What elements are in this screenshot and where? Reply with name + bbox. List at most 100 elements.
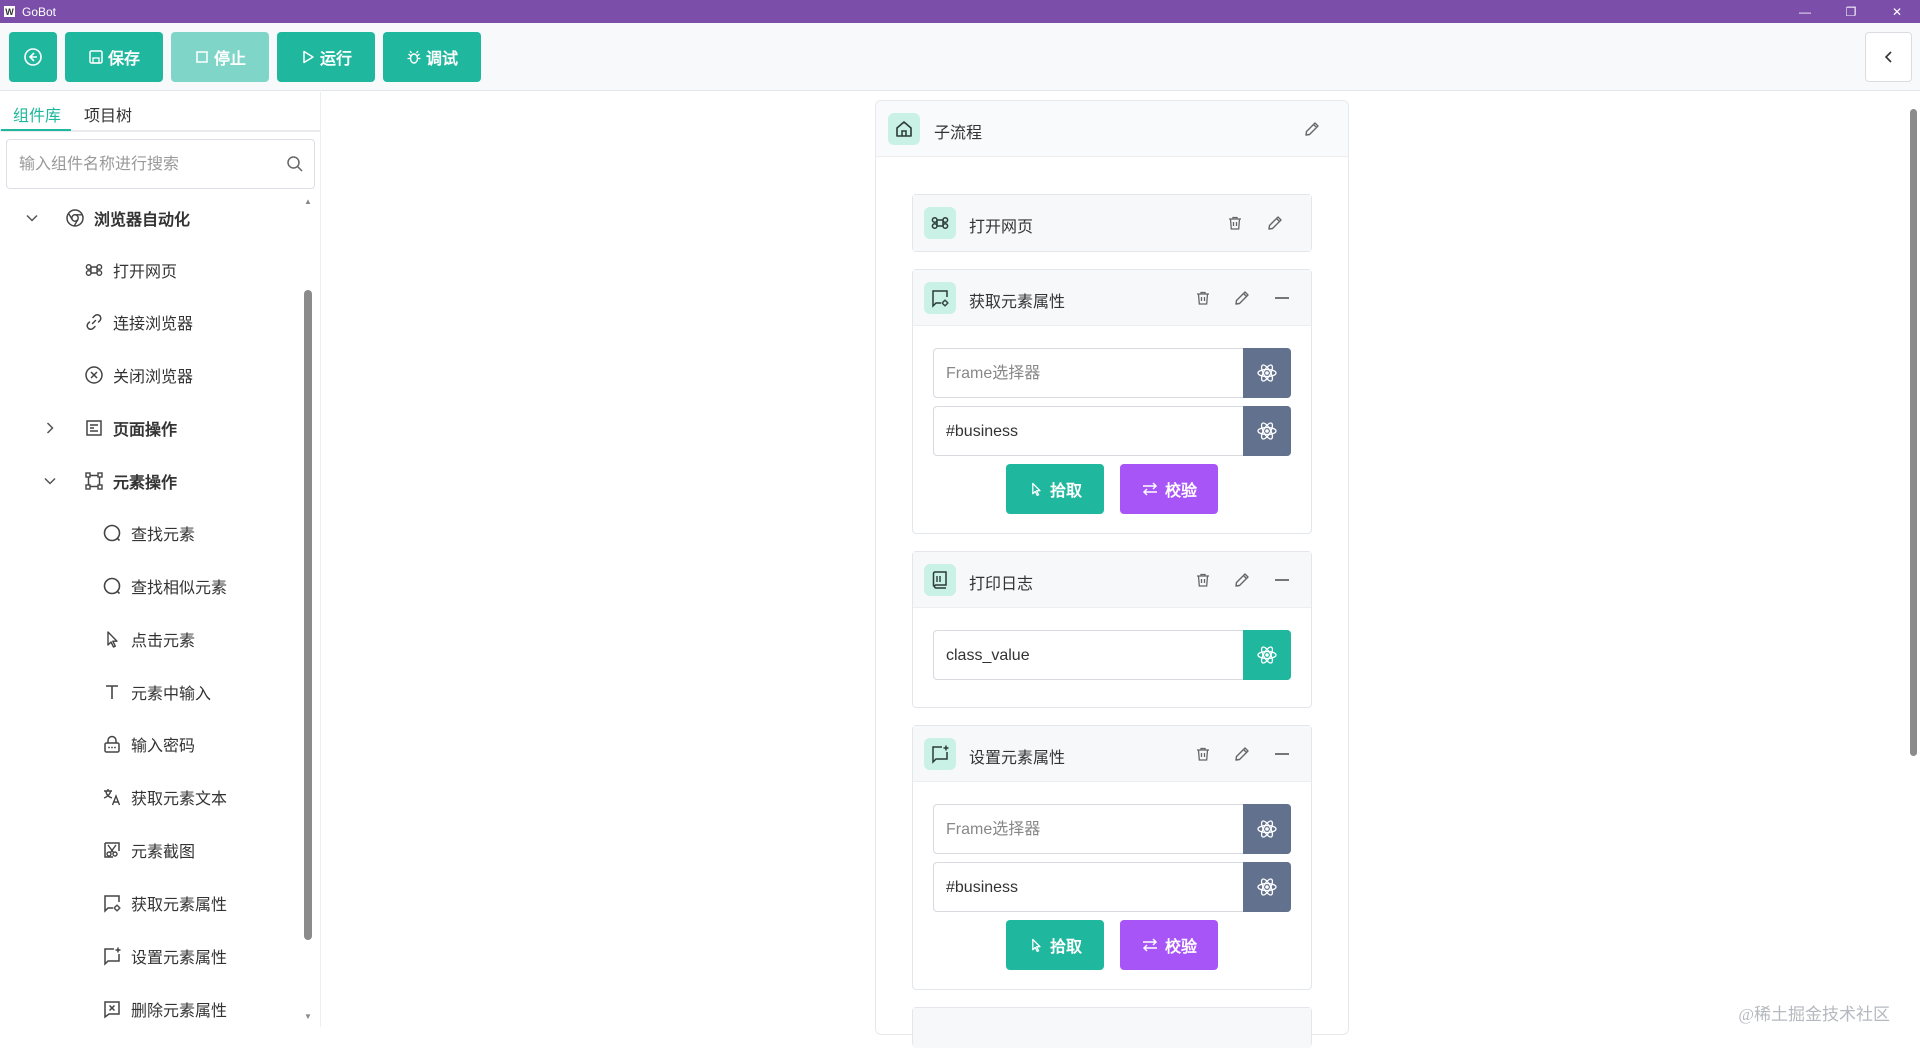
save-button[interactable]: 保存 bbox=[65, 32, 163, 82]
verify-button[interactable]: 校验 bbox=[1120, 920, 1218, 970]
minus-icon bbox=[1275, 297, 1289, 299]
delete-step-button[interactable] bbox=[1192, 743, 1214, 765]
stop-label: 停止 bbox=[213, 51, 246, 68]
tree-item-find-similar-elements[interactable]: 查找相似元素 bbox=[101, 568, 227, 604]
close-window-button[interactable]: ✕ bbox=[1874, 0, 1920, 23]
tree-item-get-element-attribute[interactable]: 获取元素属性 bbox=[101, 885, 227, 921]
tree-item-label: 元素截图 bbox=[131, 844, 196, 861]
restore-button[interactable]: ❐ bbox=[1828, 0, 1874, 23]
trash-icon bbox=[1197, 291, 1209, 305]
tree-item-label: 页面操作 bbox=[113, 422, 178, 439]
chevron-right-icon[interactable] bbox=[42, 420, 58, 436]
message-plus-icon bbox=[924, 738, 956, 770]
message-gear-icon bbox=[924, 282, 956, 314]
log-content-field bbox=[933, 630, 1291, 680]
tree-item-element-screenshot[interactable]: 元素截图 bbox=[101, 832, 195, 868]
step-card-print-log[interactable]: 打印日志 bbox=[912, 551, 1312, 708]
edit-step-button[interactable] bbox=[1231, 287, 1253, 309]
tree-item-label: 打开网页 bbox=[113, 264, 178, 281]
delete-step-button[interactable] bbox=[1192, 287, 1214, 309]
sidebar-scrollbar-thumb[interactable] bbox=[304, 290, 312, 940]
tree-item-delete-element-attribute[interactable]: 删除元素属性 bbox=[101, 991, 227, 1027]
tree-item-label: 连接浏览器 bbox=[113, 316, 194, 333]
minus-icon bbox=[1275, 753, 1289, 755]
collapse-panel-button[interactable] bbox=[1865, 32, 1912, 82]
tree-item-close-browser[interactable]: 关闭浏览器 bbox=[83, 357, 193, 393]
pick-button[interactable]: 拾取 bbox=[1006, 464, 1104, 514]
atom-icon[interactable] bbox=[1243, 862, 1291, 912]
trash-icon bbox=[1229, 216, 1241, 230]
edit-step-button[interactable] bbox=[1231, 569, 1253, 591]
subflow-title: 子流程 bbox=[934, 125, 983, 142]
chevron-down-icon[interactable] bbox=[42, 473, 58, 489]
stop-button[interactable]: 停止 bbox=[171, 32, 269, 82]
back-button[interactable] bbox=[9, 32, 57, 82]
canvas-scrollbar[interactable] bbox=[1906, 92, 1920, 1027]
step-card-set-element-attribute[interactable]: 设置元素属性 拾取 bbox=[912, 725, 1312, 990]
tree-item-click-element[interactable]: 点击元素 bbox=[101, 621, 195, 657]
translate-icon bbox=[101, 786, 123, 808]
element-selector-input[interactable] bbox=[946, 876, 1236, 900]
tree-item-label: 元素中输入 bbox=[131, 686, 212, 703]
window-titlebar: W GoBot — ❐ ✕ bbox=[0, 0, 1920, 23]
run-button[interactable]: 运行 bbox=[277, 32, 375, 82]
tree-item-input-in-element[interactable]: 元素中输入 bbox=[101, 674, 211, 710]
book-icon bbox=[924, 564, 956, 596]
run-label: 运行 bbox=[319, 51, 352, 68]
edit-subflow-button[interactable] bbox=[1301, 118, 1323, 140]
tab-project-tree[interactable]: 项目树 bbox=[84, 102, 132, 126]
tree-category-browser-automation[interactable]: 浏览器自动化 bbox=[64, 200, 190, 236]
minimize-button[interactable]: — bbox=[1782, 0, 1828, 23]
collapse-step-button[interactable] bbox=[1271, 743, 1293, 765]
canvas-scrollbar-thumb[interactable] bbox=[1910, 109, 1917, 756]
step-card-get-element-attribute[interactable]: 获取元素属性 拾取 bbox=[912, 269, 1312, 534]
atom-icon[interactable] bbox=[1243, 406, 1291, 456]
element-selector-field bbox=[933, 862, 1291, 912]
scroll-up-icon[interactable]: ▲ bbox=[303, 197, 313, 206]
minus-icon bbox=[1275, 579, 1289, 581]
pick-button[interactable]: 拾取 bbox=[1006, 920, 1104, 970]
search-input[interactable] bbox=[19, 153, 279, 177]
tree-item-open-webpage[interactable]: 打开网页 bbox=[83, 252, 177, 288]
atom-icon[interactable] bbox=[1243, 630, 1291, 680]
tree-item-input-password[interactable]: 输入密码 bbox=[101, 726, 195, 762]
sidebar-scrollbar[interactable]: ▲ ▼ bbox=[303, 197, 313, 1022]
element-selector-input[interactable] bbox=[946, 420, 1236, 444]
edit-step-button[interactable] bbox=[1264, 212, 1286, 234]
collapse-step-button[interactable] bbox=[1271, 287, 1293, 309]
tree-item-label: 获取元素文本 bbox=[131, 791, 228, 808]
tree-item-set-element-attribute[interactable]: 设置元素属性 bbox=[101, 938, 227, 974]
step-card-next[interactable] bbox=[912, 1007, 1312, 1048]
delete-step-button[interactable] bbox=[1224, 212, 1246, 234]
circle-icon bbox=[101, 522, 123, 544]
frame-selector-input[interactable] bbox=[946, 362, 1236, 386]
delete-step-button[interactable] bbox=[1192, 569, 1214, 591]
save-icon bbox=[89, 50, 103, 64]
tab-component-library[interactable]: 组件库 bbox=[13, 102, 61, 126]
tree-item-get-element-text[interactable]: 获取元素文本 bbox=[101, 779, 227, 815]
tree-category-element-operations[interactable]: 元素操作 bbox=[83, 463, 177, 499]
log-content-input[interactable] bbox=[946, 644, 1236, 668]
debug-button[interactable]: 调试 bbox=[383, 32, 481, 82]
atom-icon[interactable] bbox=[1243, 804, 1291, 854]
tree-item-find-element[interactable]: 查找元素 bbox=[101, 515, 195, 551]
chevron-down-icon[interactable] bbox=[24, 210, 40, 226]
collapse-step-button[interactable] bbox=[1271, 569, 1293, 591]
step-title: 获取元素属性 bbox=[969, 294, 1066, 311]
debug-label: 调试 bbox=[425, 51, 458, 68]
step-card-open-webpage[interactable]: 打开网页 bbox=[912, 194, 1312, 252]
verify-button[interactable]: 校验 bbox=[1120, 464, 1218, 514]
frame-selector-input[interactable] bbox=[946, 818, 1236, 842]
tree-category-page-operations[interactable]: 页面操作 bbox=[83, 410, 177, 446]
swap-arrows-icon bbox=[1142, 938, 1158, 952]
scroll-down-icon[interactable]: ▼ bbox=[303, 1012, 313, 1021]
edit-step-button[interactable] bbox=[1231, 743, 1253, 765]
pick-label: 拾取 bbox=[1049, 939, 1082, 956]
tree-item-label: 关闭浏览器 bbox=[113, 369, 194, 386]
tab-active-indicator bbox=[1, 129, 71, 131]
search-icon[interactable] bbox=[286, 155, 304, 173]
tree-item-connect-browser[interactable]: 连接浏览器 bbox=[83, 304, 193, 340]
frame-selector-field bbox=[933, 804, 1291, 854]
pencil-icon bbox=[1235, 291, 1249, 305]
atom-icon[interactable] bbox=[1243, 348, 1291, 398]
